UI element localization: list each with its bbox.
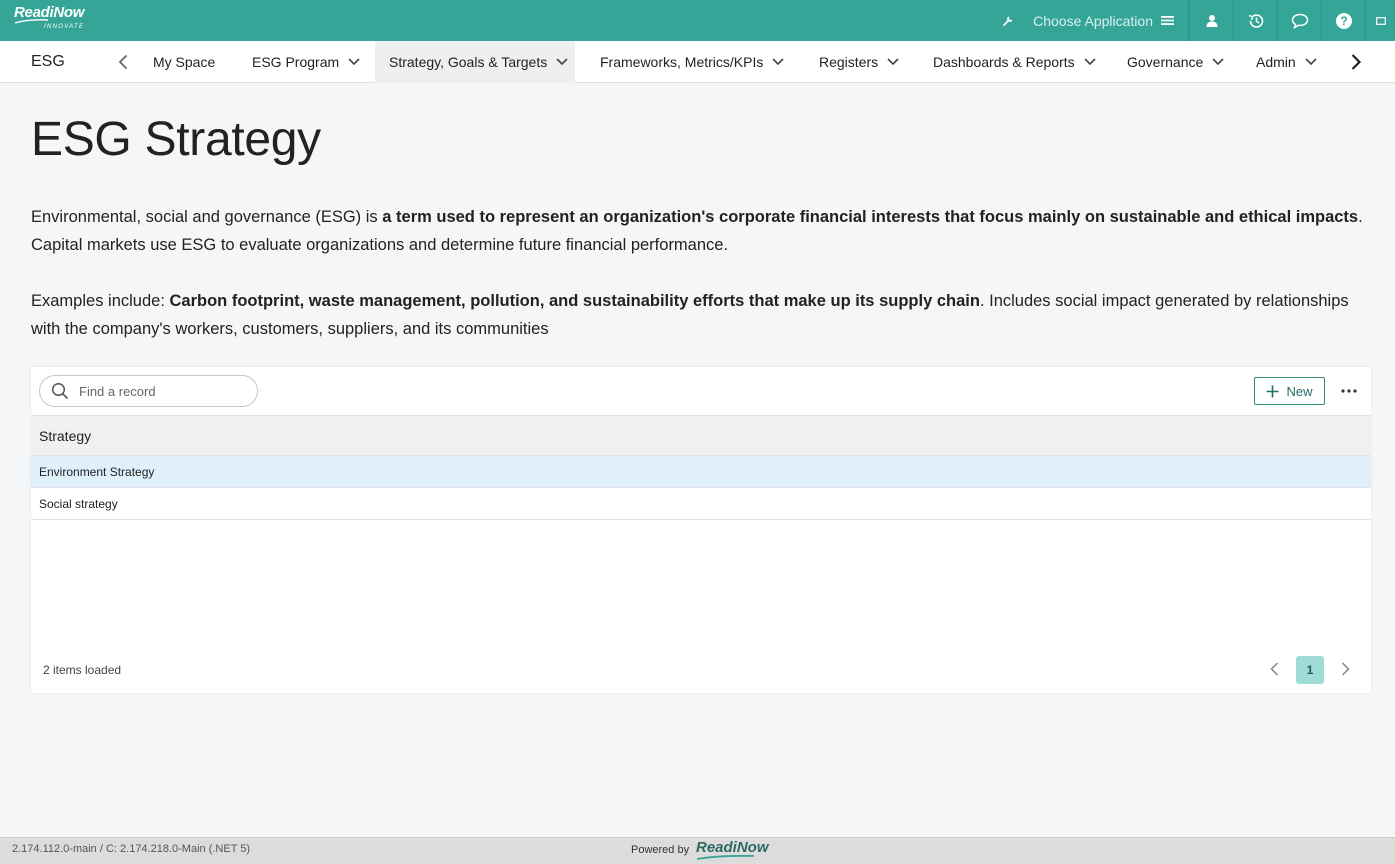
app-nav-bar: ESG My Space ESG Program Strategy, Goals… (0, 41, 1395, 83)
help-icon[interactable]: ? (1321, 0, 1365, 41)
readinow-logo[interactable]: ReadiNow INNOVATE (14, 5, 89, 35)
top-bar: ReadiNow INNOVATE Choose Application ? (0, 0, 1395, 41)
more-options-icon[interactable] (1339, 381, 1359, 401)
choose-application-button[interactable]: Choose Application (1025, 0, 1189, 41)
nav-item-label: ESG Program (252, 54, 340, 70)
choose-application-label: Choose Application (1033, 12, 1153, 29)
nav-scroll-left-icon[interactable] (115, 53, 133, 71)
nav-item-admin[interactable]: Admin (1241, 41, 1332, 83)
nav-item-dashboards-reports[interactable]: Dashboards & Reports (918, 41, 1111, 83)
logo-text: ReadiNow (14, 4, 85, 21)
wrench-icon[interactable] (991, 0, 1025, 41)
top-right-tools: Choose Application ? (991, 0, 1395, 41)
search-icon (51, 382, 69, 400)
nav-item-label: Frameworks, Metrics/KPIs (600, 54, 764, 70)
powered-by-label: Powered by (631, 844, 690, 856)
chevron-down-icon (772, 58, 784, 66)
nav-item-label: Strategy, Goals & Targets (389, 54, 548, 70)
footer-readinow-logo[interactable]: ReadiNow (696, 839, 769, 860)
menu-icon (1161, 16, 1174, 25)
chevron-down-icon (887, 58, 899, 66)
chevron-down-icon (556, 58, 568, 66)
fullscreen-icon[interactable] (1365, 0, 1395, 41)
nav-item-strategy-goals-targets[interactable]: Strategy, Goals & Targets (375, 41, 575, 83)
version-info: 2.174.112.0-main / C: 2.174.218.0-Main (… (12, 843, 251, 855)
nav-item-label: Registers (819, 54, 879, 70)
new-button-label: New (1286, 383, 1313, 399)
page-title: ESG Strategy (31, 113, 321, 166)
chevron-down-icon (1212, 58, 1224, 66)
intro-paragraph-1: Environmental, social and governance (ES… (31, 203, 1371, 259)
logo-subtext: INNOVATE (44, 24, 85, 30)
pagination-next-icon[interactable] (1337, 661, 1353, 677)
row-cell-strategy[interactable]: Social strategy (39, 497, 118, 511)
nav-item-label: Admin (1256, 54, 1296, 70)
column-header-strategy: Strategy (39, 428, 92, 444)
chat-icon[interactable] (1277, 0, 1321, 41)
strategy-grid: New Strategy Environment Strategy Social… (31, 367, 1371, 693)
user-icon[interactable] (1189, 0, 1233, 41)
nav-scroll-right-icon[interactable] (1346, 52, 1366, 72)
search-box[interactable] (39, 375, 258, 407)
intro-bold-text: a term used to represent an organization… (382, 208, 1359, 226)
nav-item-label: Dashboards & Reports (933, 54, 1075, 70)
svg-text:?: ? (1340, 14, 1347, 28)
footer-brand-text: ReadiNow (696, 839, 769, 856)
chevron-down-icon (348, 58, 360, 66)
pagination-page-button[interactable]: 1 (1296, 656, 1324, 684)
chevron-down-icon (1305, 58, 1317, 66)
nav-item-frameworks-metrics[interactable]: Frameworks, Metrics/KPIs (585, 41, 799, 83)
items-loaded-count: 2 items loaded (43, 663, 122, 677)
row-cell-strategy[interactable]: Environment Strategy (39, 465, 154, 479)
grid-column-header[interactable]: Strategy (31, 415, 1371, 456)
nav-item-my-space[interactable]: My Space (138, 41, 230, 83)
search-input[interactable] (79, 383, 239, 399)
intro-bold-text: Carbon footprint, waste management, poll… (169, 292, 980, 310)
nav-item-esg-program[interactable]: ESG Program (237, 41, 375, 83)
status-bar: 2.174.112.0-main / C: 2.174.218.0-Main (… (0, 837, 1395, 864)
table-row[interactable]: Environment Strategy (31, 456, 1371, 488)
nav-item-label: My Space (153, 54, 216, 70)
intro-text: Examples include: (31, 292, 170, 310)
intro-paragraph-2: Examples include: Carbon footprint, wast… (31, 287, 1371, 343)
nav-item-label: Governance (1127, 54, 1204, 70)
intro-text: Environmental, social and governance (ES… (31, 208, 383, 226)
pagination-prev-icon[interactable] (1267, 661, 1283, 677)
nav-item-governance[interactable]: Governance (1112, 41, 1239, 83)
app-name: ESG (31, 53, 65, 70)
new-record-button[interactable]: New (1254, 377, 1325, 405)
table-row[interactable]: Social strategy (31, 488, 1371, 520)
plus-icon (1266, 385, 1279, 397)
footer-logo-swoosh-icon (696, 855, 755, 860)
history-icon[interactable] (1233, 0, 1277, 41)
nav-item-registers[interactable]: Registers (804, 41, 914, 83)
chevron-down-icon (1084, 58, 1096, 66)
